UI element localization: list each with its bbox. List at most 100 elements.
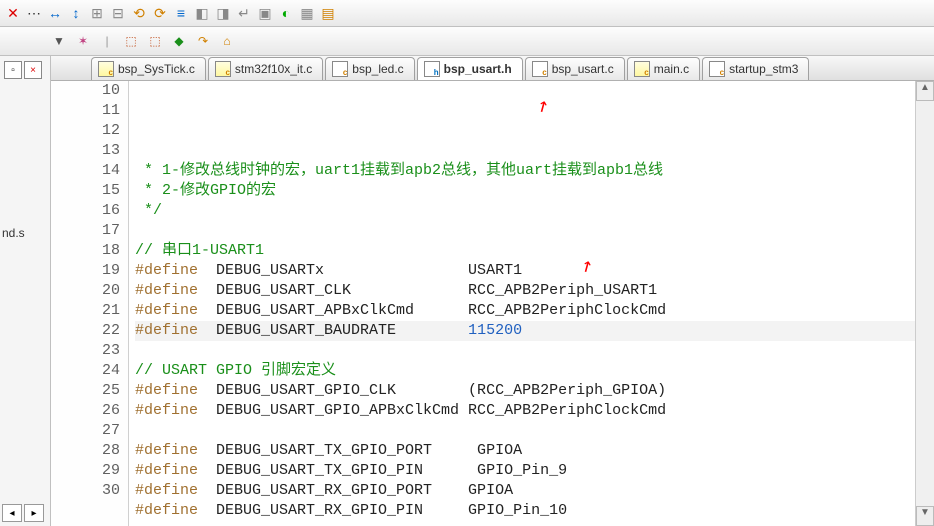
toolbar-icon[interactable]: ✕ — [4, 4, 22, 22]
toolbar-icon[interactable]: ⬚ — [146, 32, 164, 50]
left-sidebar: ▫ × nd.s ◂ ▸ — [0, 56, 51, 526]
toolbar-icon[interactable]: ◧ — [193, 4, 211, 22]
tab-stm32f10x-it-c[interactable]: stm32f10x_it.c — [208, 57, 323, 80]
toolbar-icon[interactable]: ⬚ — [122, 32, 140, 50]
vertical-scrollbar[interactable]: ▲ ▼ — [915, 81, 934, 526]
line-number: 12 — [51, 121, 120, 141]
tab-startup-stm3[interactable]: startup_stm3 — [702, 57, 809, 80]
toolbar-icon[interactable]: ▣ — [256, 4, 274, 22]
line-number: 30 — [51, 481, 120, 501]
line-number: 15 — [51, 181, 120, 201]
line-number: 24 — [51, 361, 120, 381]
code-editor[interactable]: ↗ ↗ * 1-修改总线时钟的宏，uart1挂载到apb2总线，其他uart挂载… — [129, 81, 934, 526]
sidebar-nav: ◂ ▸ — [2, 504, 44, 522]
line-number: 26 — [51, 401, 120, 421]
code-line[interactable]: #define DEBUG_USART_TX_GPIO_PORT GPIOA — [135, 441, 934, 461]
toolbar-icon[interactable]: ◨ — [214, 4, 232, 22]
code-line[interactable]: #define DEBUG_USARTx USART1 — [135, 261, 934, 281]
toolbar-icon[interactable]: | — [98, 32, 116, 50]
line-number: 20 — [51, 281, 120, 301]
code-line[interactable]: #define DEBUG_USART_RX_GPIO_PORT GPIOA — [135, 481, 934, 501]
sidebar-file-label: nd.s — [2, 226, 25, 240]
toolbar-icon[interactable]: ⟲ — [130, 4, 148, 22]
file-icon — [424, 61, 440, 77]
tab-bsp-systick-c[interactable]: bsp_SysTick.c — [91, 57, 206, 80]
toolbar-icon[interactable]: ⊞ — [88, 4, 106, 22]
scroll-up-icon[interactable]: ▲ — [916, 81, 934, 101]
toolbar-icon[interactable]: ◆ — [170, 32, 188, 50]
tab-label: bsp_usart.h — [444, 62, 512, 76]
file-icon — [709, 61, 725, 77]
tab-label: stm32f10x_it.c — [235, 62, 312, 76]
nav-prev-icon[interactable]: ◂ — [2, 504, 22, 522]
code-line[interactable]: #define DEBUG_USART_BAUDRATE 115200 — [135, 321, 934, 341]
panel-control-tab-icon[interactable]: ▫ — [4, 61, 22, 79]
toolbar-icon[interactable]: ⊟ — [109, 4, 127, 22]
editor-area: bsp_SysTick.c stm32f10x_it.c bsp_led.c bsp_… — [51, 56, 934, 526]
toolbar-icon[interactable]: ↵ — [235, 4, 253, 22]
code-line[interactable]: #define DEBUG_USART_RX_GPIO_PIN GPIO_Pin… — [135, 501, 934, 521]
toolbar-icon[interactable]: ⋯ — [25, 4, 43, 22]
toolbar-icon[interactable]: ◐ — [277, 4, 295, 22]
code-line[interactable]: #define DEBUG_USART_APBxClkCmd RCC_APB2P… — [135, 301, 934, 321]
code-line[interactable]: * 2-修改GPIO的宏 — [135, 181, 934, 201]
tab-bsp-usart-c[interactable]: bsp_usart.c — [525, 57, 625, 80]
line-number: 25 — [51, 381, 120, 401]
code-line[interactable]: #define DEBUG_USART_CLK RCC_APB2Periph_U… — [135, 281, 934, 301]
second-toolbar: ▼ ✶ | ⬚ ⬚ ◆ ↷ ⌂ — [0, 27, 934, 56]
line-number: 28 — [51, 441, 120, 461]
line-number: 14 — [51, 161, 120, 181]
toolbar-icon[interactable]: ✶ — [74, 32, 92, 50]
code-line[interactable]: */ — [135, 201, 934, 221]
file-icon — [332, 61, 348, 77]
code-line[interactable]: #define DEBUG_USART_GPIO_CLK (RCC_APB2Pe… — [135, 381, 934, 401]
toolbar-icon[interactable]: ⟳ — [151, 4, 169, 22]
line-number: 19 — [51, 261, 120, 281]
toolbar-icon[interactable]: ≡ — [172, 4, 190, 22]
tab-bsp-usart-h[interactable]: bsp_usart.h — [417, 57, 523, 80]
toolbar-icon[interactable]: ⌂ — [218, 32, 236, 50]
file-icon — [215, 61, 231, 77]
toolbar-icon[interactable]: ↕ — [67, 4, 85, 22]
line-number: 22 — [51, 321, 120, 341]
code-line[interactable] — [135, 341, 934, 361]
top-toolbar: ✕⋯↔↕⊞⊟⟲⟳≡◧◨↵▣◐▦▤ — [0, 0, 934, 27]
line-number: 27 — [51, 421, 120, 441]
code-container[interactable]: 1011121314151617181920212223242526272829… — [51, 81, 934, 526]
panel-controls: ▫ × — [4, 61, 42, 79]
toolbar-icon[interactable]: ↷ — [194, 32, 212, 50]
line-number: 13 — [51, 141, 120, 161]
tab-bar: bsp_SysTick.c stm32f10x_it.c bsp_led.c bsp_… — [51, 56, 934, 81]
line-number: 10 — [51, 81, 120, 101]
tab-label: bsp_led.c — [352, 62, 403, 76]
nav-next-icon[interactable]: ▸ — [24, 504, 44, 522]
line-number: 21 — [51, 301, 120, 321]
code-line[interactable]: // USART GPIO 引脚宏定义 — [135, 361, 934, 381]
file-icon — [98, 61, 114, 77]
line-number: 23 — [51, 341, 120, 361]
code-line[interactable]: #define DEBUG_USART_TX_GPIO_PIN GPIO_Pin… — [135, 461, 934, 481]
tab-label: main.c — [654, 62, 689, 76]
line-number-gutter: 1011121314151617181920212223242526272829… — [51, 81, 129, 526]
line-number: 18 — [51, 241, 120, 261]
file-icon — [532, 61, 548, 77]
code-line[interactable]: #define DEBUG_USART_GPIO_APBxClkCmd RCC_… — [135, 401, 934, 421]
annotation-arrow-icon: ↗ — [533, 95, 553, 118]
code-line[interactable] — [135, 221, 934, 241]
code-line[interactable]: * 1-修改总线时钟的宏，uart1挂载到apb2总线，其他uart挂载到apb… — [135, 161, 934, 181]
toolbar-icon[interactable]: ↔ — [46, 4, 64, 22]
panel-close-icon[interactable]: × — [24, 61, 42, 79]
tab-bsp-led-c[interactable]: bsp_led.c — [325, 57, 414, 80]
code-line[interactable] — [135, 421, 934, 441]
tab-label: bsp_usart.c — [552, 62, 614, 76]
code-line[interactable]: // 串口1-USART1 — [135, 241, 934, 261]
scroll-down-icon[interactable]: ▼ — [916, 506, 934, 526]
line-number: 29 — [51, 461, 120, 481]
toolbar-icon[interactable]: ▤ — [319, 4, 337, 22]
toolbar-icon[interactable]: ▼ — [50, 32, 68, 50]
code-line[interactable] — [135, 521, 934, 526]
tab-main-c[interactable]: main.c — [627, 57, 700, 80]
main-area: ▫ × nd.s ◂ ▸ bsp_SysTick.c stm32f10x_it.c… — [0, 56, 934, 526]
line-number: 16 — [51, 201, 120, 221]
toolbar-icon[interactable]: ▦ — [298, 4, 316, 22]
